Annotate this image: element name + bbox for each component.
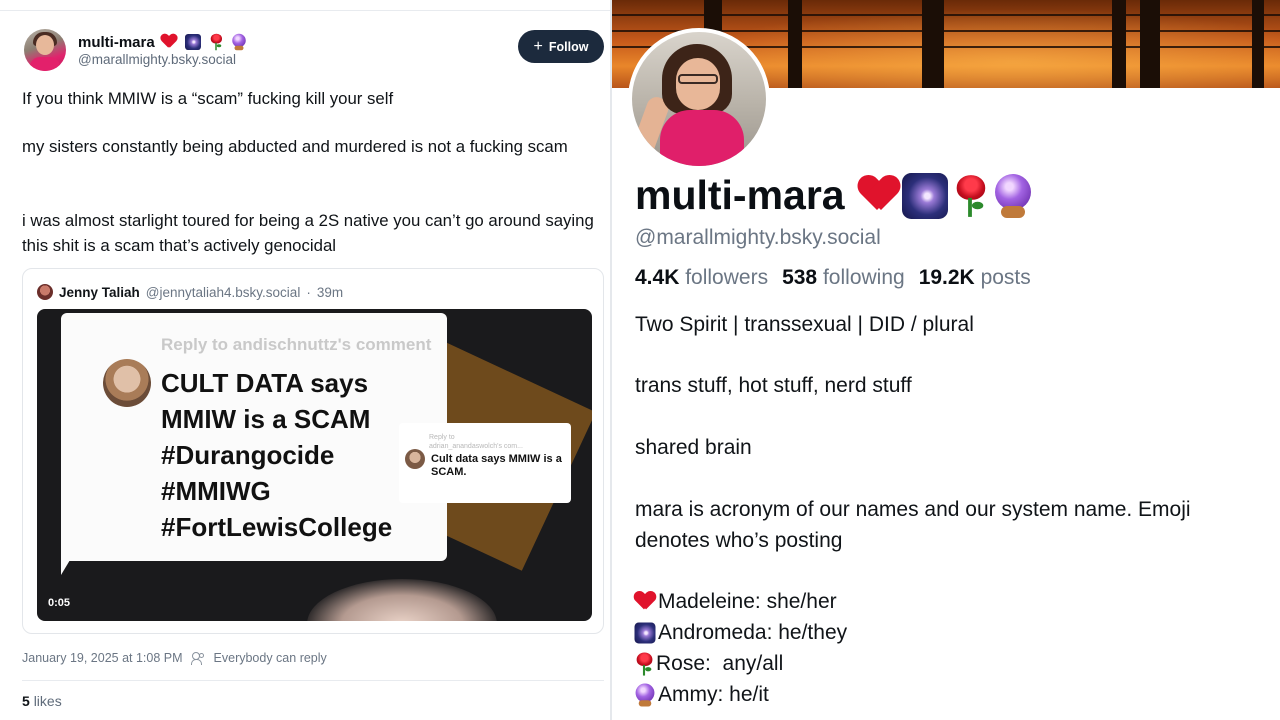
profile-panel: multi-mara @marallmighty.bsky.social 4.4…	[612, 0, 1280, 720]
video-background	[307, 579, 497, 621]
author-handle[interactable]: @marallmighty.bsky.social	[78, 52, 236, 67]
heart-emoji-icon	[635, 591, 656, 612]
post-date: January 19, 2025 at 1:08 PM	[22, 651, 183, 665]
post-paragraph: my sisters constantly being abducted and…	[22, 137, 568, 156]
video-line: CULT DATA says	[161, 368, 369, 398]
divider	[22, 680, 604, 681]
profile-handle: @marallmighty.bsky.social	[635, 226, 881, 249]
likes-number: 5	[22, 693, 30, 709]
banner-pole	[1140, 0, 1160, 88]
post-panel: multi-mara @marallmighty.bsky.social + F…	[0, 0, 612, 720]
heart-emoji-icon	[859, 176, 899, 216]
likes-count[interactable]: 5 likes	[22, 693, 62, 709]
member-text: Madeleine: she/her	[658, 590, 837, 613]
galaxy-emoji-icon	[901, 172, 948, 219]
crystal-ball-emoji-icon	[635, 682, 656, 707]
member-text: Rose: any/all	[656, 652, 784, 675]
quoted-author-handle: @jennytaliah4.bsky.social	[145, 284, 301, 300]
video-comment-card: Reply to andischnuttz's comment CULT DAT…	[61, 313, 447, 561]
video-mini-card: Reply to adrian_anandaswolch's com... Cu…	[399, 423, 571, 503]
rose-emoji-icon	[209, 33, 223, 51]
followers-stat[interactable]: 4.4K followers	[635, 266, 768, 290]
video-card-tail	[61, 545, 79, 575]
video-commenter-avatar	[103, 359, 151, 407]
mini-avatar	[405, 449, 425, 469]
video-line: #MMIWG	[161, 476, 271, 506]
system-members-list: Madeleine: she/her Andromeda: he/they Ro…	[634, 586, 1280, 710]
posts-stat: 19.2K posts	[919, 266, 1031, 290]
video-line: MMIW is a SCAM	[161, 404, 371, 434]
author-avatar[interactable]	[24, 29, 66, 71]
followers-label: followers	[685, 266, 769, 289]
profile-stats: 4.4K followers 538 following 19.2K posts	[635, 266, 1031, 290]
video-comment-text: CULT DATA says MMIW is a SCAM #Durangoci…	[161, 365, 392, 545]
profile-name-text: multi-mara	[635, 172, 845, 218]
post-paragraph: i was almost starlight toured for being …	[22, 211, 594, 255]
post-paragraph: If you think MMIW is a “scam” fucking ki…	[22, 89, 394, 108]
bio-line: mara is acronym of our names and our sys…	[635, 498, 1191, 521]
mini-comment-text: Cult data says MMIW is a SCAM.	[431, 453, 562, 478]
rose-emoji-icon	[635, 651, 654, 676]
follow-button[interactable]: + Follow	[518, 30, 604, 63]
quoted-post[interactable]: Jenny Taliah @jennytaliah4.bsky.social ·…	[22, 268, 604, 634]
following-stat[interactable]: 538 following	[782, 266, 905, 290]
quoted-post-time: 39m	[316, 284, 344, 300]
member-item: Andromeda: he/they	[634, 617, 1280, 648]
member-text: Andromeda: he/they	[658, 621, 848, 644]
rose-emoji-icon	[953, 174, 987, 217]
video-reply-label: Reply to andischnuttz's comment	[161, 335, 432, 354]
member-text: Ammy: he/it	[658, 683, 769, 706]
member-item: Madeleine: she/her	[635, 586, 1280, 617]
bio-line: Two Spirit | transsexual | DID / plural	[635, 313, 974, 336]
heart-emoji-icon	[161, 34, 177, 50]
galaxy-emoji-icon	[634, 622, 656, 643]
mini-reply-to: Reply to	[429, 434, 455, 441]
video-timestamp: 0:05	[48, 597, 71, 609]
posts-label: posts	[980, 266, 1031, 289]
plus-icon: +	[533, 37, 543, 55]
video-line: #FortLewisCollege	[161, 512, 393, 542]
crystal-ball-emoji-icon	[993, 173, 1033, 218]
bio-paragraph: mara is acronym of our names and our sys…	[635, 494, 1280, 556]
follow-label: Follow	[548, 39, 589, 54]
bio-line: shared brain	[635, 436, 752, 459]
member-item: Rose: any/all	[635, 648, 1280, 679]
quoted-author-name: Jenny Taliah	[59, 284, 140, 300]
quoted-post-header: Jenny Taliah @jennytaliah4.bsky.social ·…	[37, 284, 343, 300]
top-divider	[0, 10, 610, 11]
following-label: following	[822, 266, 905, 289]
banner-pole	[1252, 0, 1264, 88]
post-meta: January 19, 2025 at 1:08 PM Everybody ca…	[22, 651, 327, 665]
mini-reply-sub: adrian_anandaswolch's com...	[429, 443, 523, 450]
posts-count: 19.2K	[918, 266, 975, 289]
following-count: 538	[782, 266, 818, 289]
quoted-separator: ·	[306, 284, 311, 300]
bio-line: denotes who’s posting	[635, 529, 843, 552]
profile-name-emojis	[857, 172, 1035, 219]
banner-pole	[1112, 0, 1126, 88]
crystal-ball-emoji-icon	[231, 33, 246, 51]
followers-count: 4.4K	[635, 266, 680, 289]
people-icon	[190, 652, 206, 665]
quoted-author-avatar	[37, 284, 53, 300]
video-player[interactable]: Reply to andischnuttz's comment CULT DAT…	[37, 309, 592, 621]
mini-reply-label: Reply to adrian_anandaswolch's com...	[429, 433, 523, 451]
galaxy-emoji-icon	[184, 34, 201, 50]
member-item: Ammy: he/it	[635, 679, 1280, 710]
author-name[interactable]: multi-mara	[78, 31, 249, 53]
video-line: #Durangocide	[161, 440, 335, 470]
likes-label: likes	[33, 693, 62, 709]
author-name-text: multi-mara	[78, 33, 155, 51]
reply-setting: Everybody can reply	[213, 651, 327, 665]
bio-line: trans stuff, hot stuff, nerd stuff	[635, 374, 912, 397]
profile-avatar[interactable]	[628, 28, 770, 170]
banner-pole	[922, 0, 944, 88]
profile-name: multi-mara	[635, 172, 1035, 219]
banner-pole	[788, 0, 802, 88]
